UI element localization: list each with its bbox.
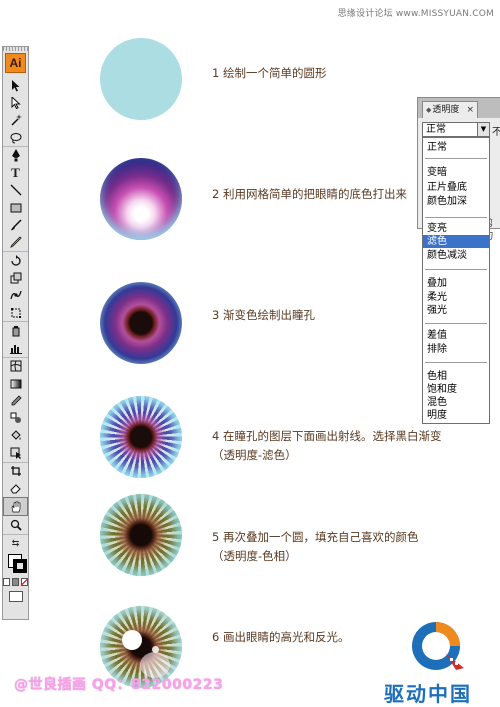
gradient-mode-icon[interactable] (12, 578, 19, 587)
paintbrush-icon[interactable] (3, 216, 28, 233)
step-line: 6 画出眼睛的高光和反光。 (212, 630, 350, 644)
dropdown-divider (425, 362, 487, 363)
tab-label: 透明度 (432, 105, 460, 115)
step4-rays-eye (100, 396, 182, 478)
step2-text: 2 利用网格简单的把眼睛的底色打出来 (212, 185, 407, 204)
blend-mode-select[interactable]: 正常 ▼ (422, 122, 490, 137)
stroke-swatch[interactable] (13, 559, 27, 574)
line-icon[interactable] (3, 182, 28, 199)
tools-panel: Ai T ⇆ (2, 46, 29, 620)
step5-hue-eye (100, 494, 182, 576)
step-line: （透明度-滤色） (212, 448, 297, 462)
type-icon[interactable]: T (3, 164, 28, 181)
slice-icon[interactable] (3, 461, 28, 480)
color-mode-icon[interactable] (3, 578, 10, 587)
step6-text: 6 画出眼睛的高光和反光。 (212, 628, 349, 647)
mesh-icon[interactable] (3, 356, 28, 375)
pencil-icon[interactable] (3, 234, 28, 251)
dropdown-divider (425, 217, 487, 218)
blend-option[interactable]: 颜色加深 (423, 195, 489, 208)
blend-icon[interactable] (3, 410, 28, 427)
lasso-icon[interactable] (3, 129, 28, 146)
blend-mode-dropdown: 正常 变暗 正片叠底 颜色加深 变亮 滤色 颜色减淡 叠加 柔光 强光 差值 排… (422, 137, 490, 424)
symbol-sprayer-icon[interactable] (3, 321, 28, 339)
warp-icon[interactable] (3, 287, 28, 304)
step-line: 1 绘制一个简单的圆形 (212, 66, 327, 80)
panel-tab-bar: ◆透明度 × (418, 98, 500, 118)
step-line: 2 利用网格简单的把眼睛的底色打出来 (212, 187, 407, 201)
direct-selection-icon[interactable] (3, 94, 28, 111)
blend-option[interactable]: 混色 (423, 396, 489, 409)
blend-option[interactable]: 正常 (423, 141, 489, 154)
live-paint-selection-icon[interactable] (3, 444, 28, 461)
none-mode-icon[interactable] (21, 578, 28, 587)
screen-mode-icon[interactable] (8, 591, 23, 603)
blend-option[interactable]: 变暗 (423, 166, 489, 179)
chevron-down-icon[interactable]: ▼ (477, 122, 490, 137)
blend-mode-value: 正常 (426, 124, 446, 135)
step3-text: 3 渐变色绘制出瞳孔 (212, 306, 315, 325)
panel-grip[interactable] (3, 47, 28, 51)
blend-option[interactable]: 正片叠底 (423, 181, 489, 194)
step-line: 3 渐变色绘制出瞳孔 (212, 308, 315, 322)
step-line: （透明度-色相） (212, 549, 297, 563)
step1-text: 1 绘制一个简单的圆形 (212, 64, 326, 83)
step4-text: 4 在瞳孔的图层下面画出射线。选择黑白渐变 （透明度-滤色） (212, 427, 441, 465)
blend-option[interactable]: 颜色减淡 (423, 249, 489, 262)
free-transform-icon[interactable] (3, 304, 28, 321)
illustrator-logo: Ai (5, 53, 26, 73)
opacity-label: 不 (492, 127, 500, 138)
eyedropper-icon[interactable] (3, 392, 28, 409)
swap-colors-icon[interactable]: ⇆ (3, 533, 28, 552)
blend-option[interactable]: 叠加 (423, 277, 489, 290)
eraser-icon[interactable] (3, 480, 28, 497)
step5-text: 5 再次叠加一个圆，填充自己喜欢的颜色 （透明度-色相） (212, 528, 418, 566)
blend-option[interactable]: 明度 (423, 409, 489, 422)
dropdown-divider (425, 269, 487, 270)
blend-option[interactable]: 饱和度 (423, 383, 489, 396)
watermark: 思缘设计论坛 www.MISSYUAN.COM (337, 9, 494, 19)
step-line: 4 在瞳孔的图层下面画出射线。选择黑白渐变 (212, 429, 442, 443)
blend-option[interactable]: 强光 (423, 304, 489, 317)
step2-mesh-eye (100, 158, 182, 240)
pen-icon[interactable] (3, 146, 28, 164)
brand-logo-icon (412, 622, 464, 670)
blend-option-selected[interactable]: 滤色 (423, 235, 489, 248)
blend-option[interactable]: 排除 (423, 343, 489, 356)
color-mode-buttons[interactable] (3, 574, 28, 587)
dropdown-divider (425, 323, 487, 324)
tab-collapse-icon[interactable]: ◆ (426, 106, 431, 114)
column-graph-icon[interactable] (3, 339, 28, 356)
eye-highlight-large (122, 630, 142, 650)
blend-option[interactable]: 色相 (423, 370, 489, 383)
rectangle-icon[interactable] (3, 199, 28, 216)
step-line: 5 再次叠加一个圆，填充自己喜欢的颜色 (212, 530, 419, 544)
magic-wand-icon[interactable] (3, 112, 28, 129)
rotate-icon[interactable] (3, 250, 28, 269)
blend-option[interactable]: 差值 (423, 329, 489, 342)
gradient-icon[interactable] (3, 375, 28, 392)
blend-option[interactable]: 变亮 (423, 222, 489, 235)
author-credit: @世良插画 QQ：822000223 (14, 677, 224, 693)
close-icon[interactable]: × (466, 102, 474, 118)
step3-pupil-eye (100, 282, 182, 364)
zoom-icon[interactable] (3, 516, 28, 533)
live-paint-bucket-icon[interactable] (3, 427, 28, 444)
step1-circle (100, 38, 182, 120)
fill-stroke-swatches[interactable] (3, 552, 28, 574)
scale-icon[interactable] (3, 269, 28, 286)
hand-icon[interactable] (3, 497, 28, 517)
eye-highlight-small (152, 646, 159, 653)
dropdown-divider (425, 158, 487, 159)
selection-icon[interactable] (3, 77, 28, 94)
blend-option[interactable]: 柔光 (423, 291, 489, 304)
tab-transparency[interactable]: ◆透明度 × (422, 101, 478, 118)
brand-name: 驱动中国 (384, 682, 472, 706)
